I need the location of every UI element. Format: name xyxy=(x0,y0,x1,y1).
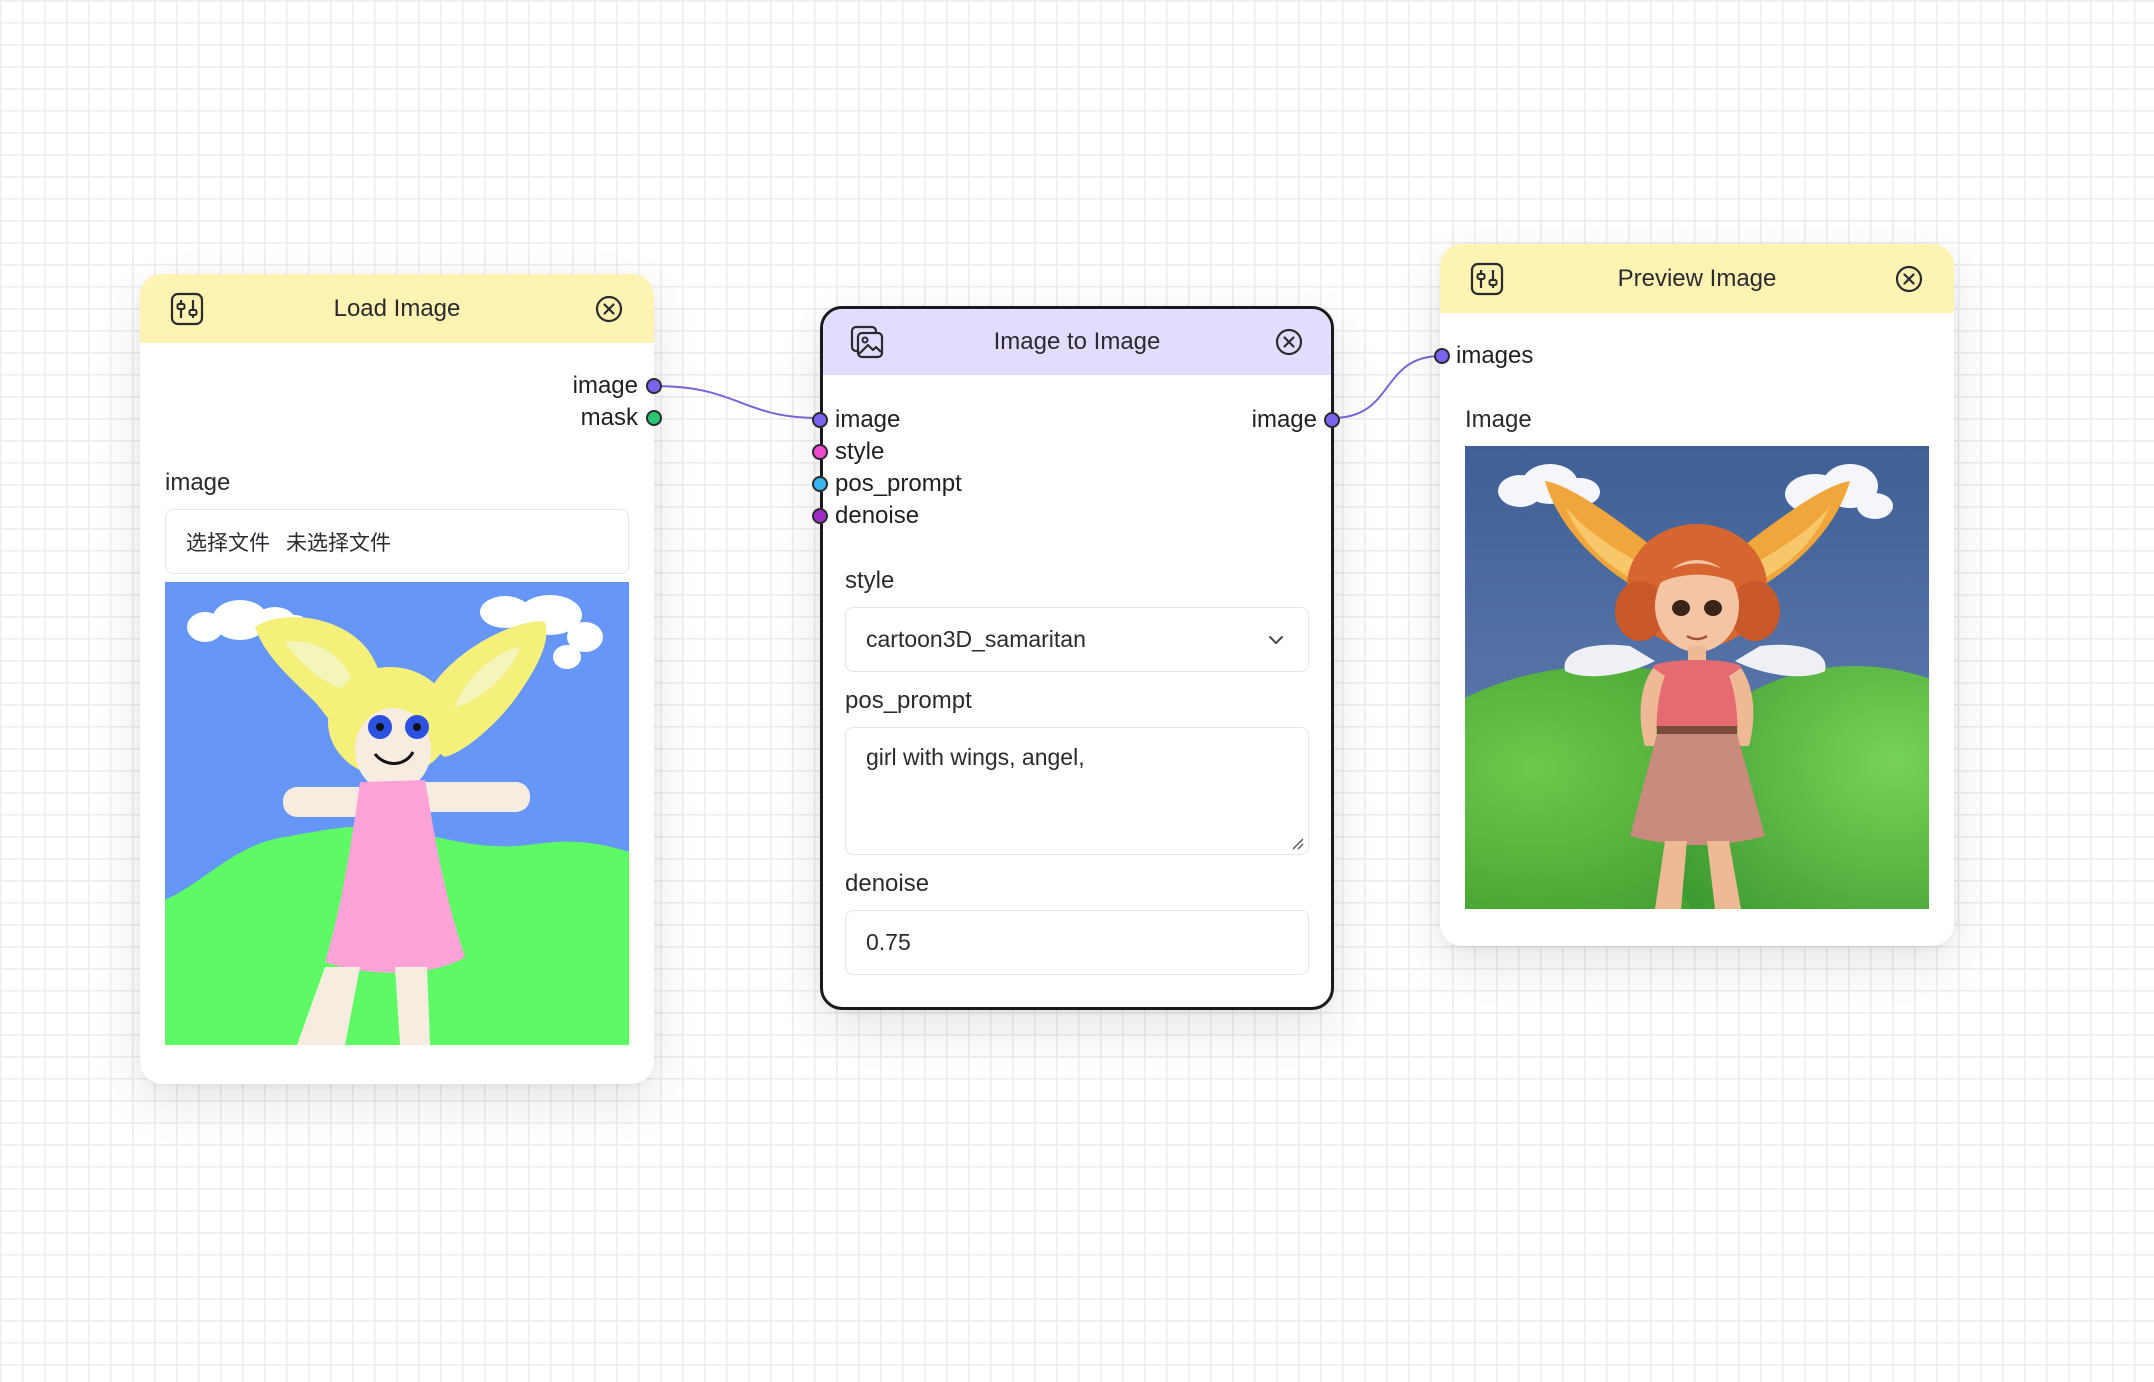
node-title: Image to Image xyxy=(993,328,1161,355)
output-port-image[interactable] xyxy=(646,378,662,394)
pos-prompt-textarea[interactable]: girl with wings, angel, xyxy=(845,727,1309,855)
output-label: image xyxy=(572,372,638,399)
input-denoise[interactable]: denoise xyxy=(835,501,919,531)
preview-image-header[interactable]: Preview Image xyxy=(1440,244,1954,313)
choose-file-button[interactable]: 选择文件 xyxy=(186,527,270,557)
image-output-label: Image xyxy=(1465,406,1532,433)
resize-handle-icon[interactable] xyxy=(1291,837,1305,851)
uploaded-image-preview xyxy=(165,582,629,1045)
input-style[interactable]: style xyxy=(835,437,884,467)
wire-img2img-to-preview[interactable] xyxy=(1332,355,1442,419)
image-to-image-header[interactable]: Image to Image xyxy=(823,309,1331,375)
pos-prompt-field-label: pos_prompt xyxy=(845,687,972,714)
style-select[interactable]: cartoon3D_samaritan xyxy=(845,607,1309,672)
input-port-image[interactable] xyxy=(812,412,828,428)
output-port-mask[interactable] xyxy=(646,410,662,426)
close-icon[interactable] xyxy=(1894,264,1924,294)
pos-prompt-value: girl with wings, angel, xyxy=(866,744,1085,770)
close-icon[interactable] xyxy=(1274,327,1304,357)
images-icon xyxy=(850,325,884,359)
input-port-denoise[interactable] xyxy=(812,508,828,524)
output-label: image xyxy=(1251,406,1317,433)
close-icon[interactable] xyxy=(594,294,624,324)
denoise-value: 0.75 xyxy=(866,929,911,955)
image-to-image-node[interactable]: Image to Image image style pos_prompt de… xyxy=(812,306,1340,1010)
input-port-images[interactable] xyxy=(1434,348,1450,364)
file-input[interactable]: 选择文件 未选择文件 xyxy=(165,509,629,574)
output-label: mask xyxy=(580,404,638,431)
load-image-node[interactable]: Load Image image mask image 选择文件 未选择文件 xyxy=(140,274,662,1084)
sliders-icon xyxy=(170,292,204,326)
image-field-label: image xyxy=(165,469,231,496)
preview-image-node[interactable]: Preview Image images Image xyxy=(1434,244,1954,946)
input-images[interactable]: images xyxy=(1456,341,1533,371)
input-image[interactable]: image xyxy=(835,405,900,435)
chevron-down-icon xyxy=(1269,636,1283,644)
output-port-image[interactable] xyxy=(1324,412,1340,428)
wire-load-to-img2img[interactable] xyxy=(653,385,821,419)
node-title: Preview Image xyxy=(1617,264,1777,292)
input-pos-prompt[interactable]: pos_prompt xyxy=(835,469,962,499)
style-field-label: style xyxy=(845,567,895,594)
denoise-field-label: denoise xyxy=(845,870,930,897)
denoise-input[interactable]: 0.75 xyxy=(845,910,1309,975)
input-port-style[interactable] xyxy=(812,444,828,460)
generated-image-preview xyxy=(1465,446,1929,909)
style-select-value: cartoon3D_samaritan xyxy=(866,626,1086,652)
load-image-header[interactable]: Load Image xyxy=(140,274,654,343)
input-port-pos-prompt[interactable] xyxy=(812,476,828,492)
node-title: Load Image xyxy=(333,294,461,322)
file-status-text: 未选择文件 xyxy=(286,530,391,555)
sliders-icon xyxy=(1470,262,1504,296)
